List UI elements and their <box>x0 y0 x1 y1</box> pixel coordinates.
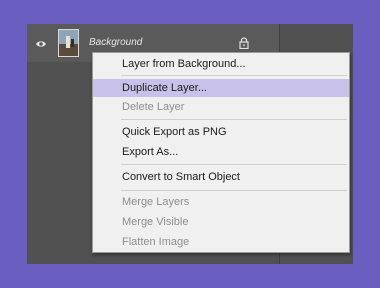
menu-separator <box>121 119 347 120</box>
eye-icon[interactable] <box>35 37 47 49</box>
lock-icon[interactable] <box>239 36 249 50</box>
menu-item-layer-from-background[interactable]: Layer from Background... <box>93 55 349 73</box>
menu-item-merge-layers[interactable]: Merge Layers <box>93 193 349 211</box>
menu-separator <box>121 190 347 191</box>
menu-item-merge-visible[interactable]: Merge Visible <box>93 213 349 231</box>
layer-thumbnail[interactable] <box>58 29 79 57</box>
layer-context-menu: Layer from Background... Duplicate Layer… <box>92 52 350 253</box>
menu-item-convert-smart-object[interactable]: Convert to Smart Object <box>93 168 349 186</box>
menu-separator <box>121 75 347 76</box>
menu-separator <box>121 164 347 165</box>
menu-item-flatten-image[interactable]: Flatten Image <box>93 233 349 251</box>
menu-item-quick-export-png[interactable]: Quick Export as PNG <box>93 123 349 141</box>
layer-name[interactable]: Background <box>89 37 142 48</box>
menu-item-export-as[interactable]: Export As... <box>93 143 349 161</box>
menu-item-duplicate-layer[interactable]: Duplicate Layer... <box>93 79 349 97</box>
menu-item-delete-layer[interactable]: Delete Layer <box>93 98 349 116</box>
